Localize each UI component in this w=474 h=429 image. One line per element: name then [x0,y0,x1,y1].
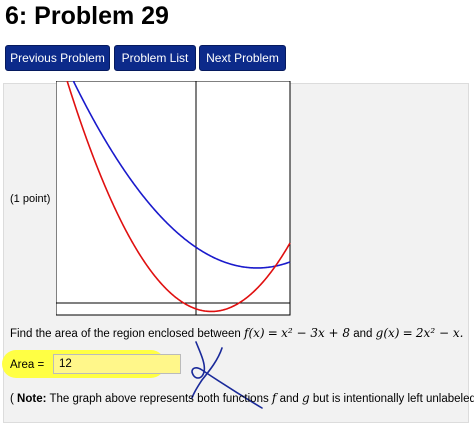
note-text-1: The graph above represents both function… [49,393,269,405]
g-equals: = [402,326,413,340]
f-equals: = [267,326,278,340]
g-name: g(x) [375,326,400,340]
note-text-2: but is intentionally left unlabeled.) [312,393,474,405]
note-open-paren: ( [10,393,14,405]
problem-list-button[interactable]: Problem List [114,45,196,71]
page-title: 6: Problem 29 [5,2,169,30]
area-input[interactable] [53,354,181,374]
note-label: Note: [17,393,47,405]
f-name: f(x) [244,326,265,340]
note-text: ( Note: The graph above represents both … [10,391,474,405]
next-problem-button[interactable]: Next Problem [199,45,286,71]
f-expression: x² − 3x + 8 [281,326,351,340]
g-expression: 2x² − x. [415,326,464,340]
previous-problem-button[interactable]: Previous Problem [5,45,110,71]
question-text: Find the area of the region enclosed bet… [10,326,463,340]
question-prefix: Find the area of the region enclosed bet… [10,328,241,340]
point-value: (1 point) [10,193,51,205]
function-graph [56,81,291,316]
and-word: and [353,328,373,340]
note-f: f [271,391,277,405]
note-g: g [301,391,310,405]
area-label: Area = [10,359,45,371]
note-and: and [279,393,299,405]
